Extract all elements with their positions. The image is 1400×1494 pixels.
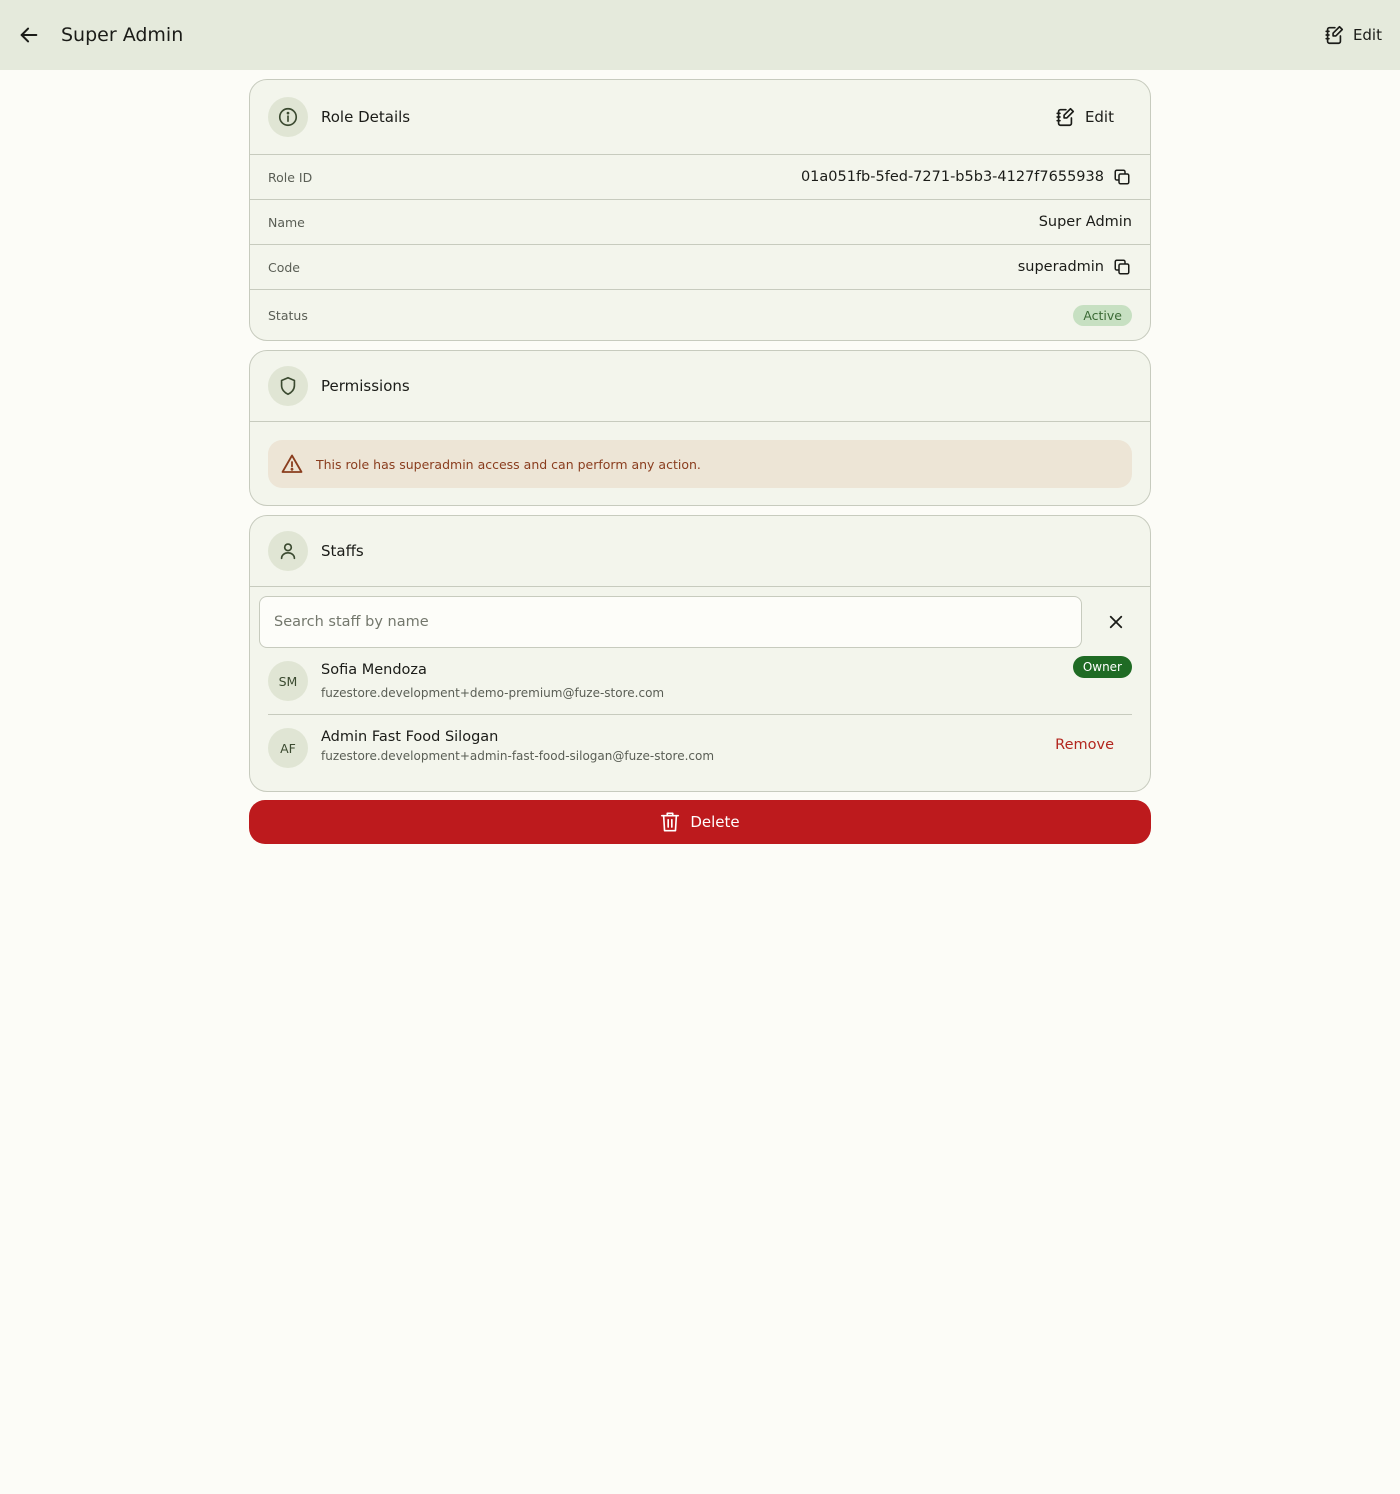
staff-search-row xyxy=(250,587,1150,648)
permissions-header: Permissions xyxy=(250,351,1150,422)
copy-code-button[interactable] xyxy=(1112,257,1132,277)
avatar: AF xyxy=(268,728,308,768)
delete-label: Delete xyxy=(690,813,740,831)
staff-name: Admin Fast Food Silogan xyxy=(321,729,499,745)
trash-icon xyxy=(661,812,680,832)
appbar-edit-label: Edit xyxy=(1352,26,1382,44)
copy-role-id-button[interactable] xyxy=(1112,167,1132,187)
status-row: Status Active xyxy=(250,290,1150,340)
arrow-left-icon xyxy=(20,27,38,43)
staff-list-item: SM Sofia Mendoza fuzestore.development+d… xyxy=(268,648,1132,715)
owner-badge: Owner xyxy=(1072,656,1132,678)
avatar: SM xyxy=(268,661,308,701)
role-details-edit-label: Edit xyxy=(1084,108,1114,126)
staffs-card: Staffs SM Sofia Mendoza fuzestore.develo… xyxy=(249,515,1151,792)
role-details-header: Role Details Edit xyxy=(250,80,1150,155)
warning-icon xyxy=(281,454,303,473)
role-details-card: Role Details Edit Role ID 01a051fb-5fed-… xyxy=(249,79,1151,341)
status-label: Status xyxy=(268,307,308,323)
role-id-value: 01a051fb-5fed-7271-b5b3-4127f7655938 xyxy=(800,169,1104,185)
code-row: Code superadmin xyxy=(250,245,1150,290)
code-label: Code xyxy=(268,259,301,275)
edit-note-icon xyxy=(1325,25,1344,45)
clear-search-button[interactable] xyxy=(1104,610,1128,634)
code-value: superadmin xyxy=(1017,259,1104,275)
page-title: Super Admin xyxy=(61,24,184,46)
role-details-title: Role Details xyxy=(321,108,411,126)
back-button[interactable] xyxy=(14,20,44,50)
staff-list-item: AF Admin Fast Food Silogan fuzestore.dev… xyxy=(268,715,1132,781)
close-icon xyxy=(1109,615,1123,629)
staffs-title: Staffs xyxy=(321,542,364,560)
remove-staff-button[interactable]: Remove xyxy=(1055,737,1114,753)
info-icon-container xyxy=(268,97,308,137)
app-bar: Super Admin Edit xyxy=(0,0,1400,70)
appbar-edit-button[interactable]: Edit xyxy=(1323,21,1382,49)
edit-note-icon xyxy=(1056,107,1075,127)
staff-email: fuzestore.development+admin-fast-food-si… xyxy=(321,749,715,763)
delete-button[interactable]: Delete xyxy=(249,800,1151,844)
status-badge: Active xyxy=(1073,304,1132,326)
copy-icon xyxy=(1114,169,1130,185)
staff-email: fuzestore.development+demo-premium@fuze-… xyxy=(321,686,665,700)
shield-icon xyxy=(280,376,296,396)
permissions-title: Permissions xyxy=(321,377,410,395)
staff-name: Sofia Mendoza xyxy=(321,662,427,678)
name-value: Super Admin xyxy=(1038,214,1132,230)
role-id-row: Role ID 01a051fb-5fed-7271-b5b3-4127f765… xyxy=(250,155,1150,200)
person-icon-container xyxy=(268,531,308,571)
person-icon xyxy=(280,543,296,560)
shield-icon-container xyxy=(268,366,308,406)
copy-icon xyxy=(1114,259,1130,275)
warning-text: This role has superadmin access and can … xyxy=(316,456,701,472)
role-details-edit-button[interactable]: Edit xyxy=(1054,106,1114,128)
role-id-label: Role ID xyxy=(268,169,313,185)
info-icon xyxy=(278,107,298,127)
name-row: Name Super Admin xyxy=(250,200,1150,245)
superadmin-warning: This role has superadmin access and can … xyxy=(268,440,1132,488)
name-label: Name xyxy=(268,214,305,230)
permissions-card: Permissions This role has superadmin acc… xyxy=(249,350,1151,506)
staff-search-input[interactable] xyxy=(259,596,1082,648)
staffs-header: Staffs xyxy=(250,516,1150,587)
